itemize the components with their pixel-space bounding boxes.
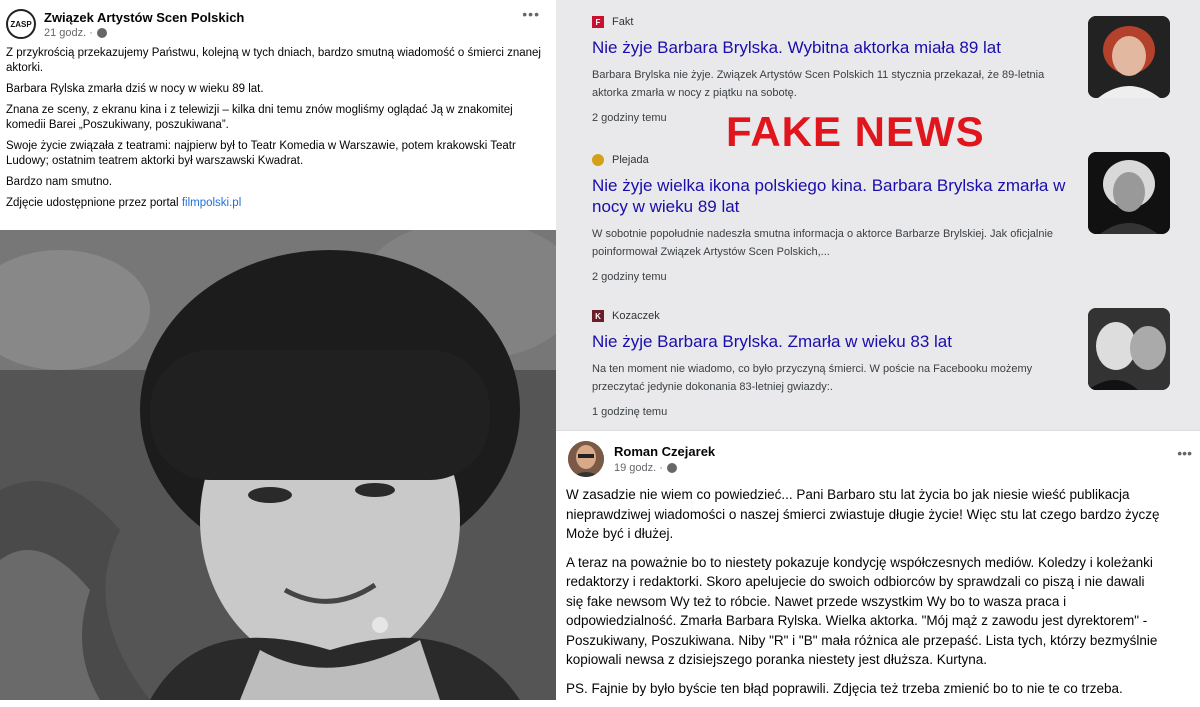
more-options-icon[interactable]: ••• (1177, 445, 1192, 461)
post-paragraph: PS. Fajnie by było byście ten błąd popra… (566, 679, 1198, 699)
filmpolski-link[interactable]: filmpolski.pl (182, 197, 241, 209)
globe-icon (96, 27, 107, 38)
avatar[interactable] (568, 441, 604, 477)
right-facebook-post: Roman Czejarek 19 godz. · ••• W zasadzie… (556, 430, 1200, 700)
plejada-logo-icon (592, 154, 604, 166)
fakt-logo-icon: F (592, 16, 604, 28)
source-name: Kozaczek (612, 310, 660, 322)
post-paragraph: Znana ze sceny, z ekranu kina i z telewi… (6, 104, 513, 131)
news-thumbnail[interactable] (1088, 308, 1170, 390)
photo-credit-text: Zdjęcie udostępnione przez portal (6, 197, 182, 209)
post-paragraph: Z przykrością przekazujemy Państwu, kole… (6, 47, 541, 74)
post-paragraph: Barbara Rylska zmarła dziś w nocy w wiek… (6, 83, 264, 95)
post-line: Poszukiwany, Poszukiwana. Niby "R" i "B"… (566, 632, 1158, 648)
news-source: F Fakt (592, 16, 1072, 28)
post-paragraph: W zasadzie nie wiem co powiedzieć... Pan… (566, 485, 1198, 544)
post-author[interactable]: Związek Artystów Scen Polskich (44, 10, 518, 25)
post-line: odpowiedzialność. Zmarła Barbara Rylska.… (566, 613, 1148, 628)
news-headline[interactable]: Nie żyje Barbara Brylska. Wybitna aktork… (592, 37, 1072, 58)
source-name: Plejada (612, 154, 649, 166)
news-thumbnail[interactable] (1088, 152, 1170, 234)
fake-news-overlay: FAKE NEWS (726, 108, 985, 155)
post-paragraph: Swoje życie związała z teatrami: najpier… (6, 140, 516, 167)
news-time: 1 godzinę temu (592, 406, 668, 418)
post-line: W zasadzie nie wiem co powiedzieć... Pan… (566, 487, 1130, 502)
post-time[interactable]: 21 godz. · (44, 27, 93, 39)
news-snippet: Barbara Brylska nie żyje. Związek Artyst… (592, 69, 1045, 99)
post-paragraph: Zdjęcie udostępnione przez portal filmpo… (6, 196, 544, 211)
post-time[interactable]: 19 godz. · (614, 462, 663, 474)
post-line: nieprawdziwej wiadomości o naszej śmierc… (566, 506, 1160, 522)
post-paragraph: Bardzo nam smutno. (6, 176, 113, 188)
post-header: Roman Czejarek 19 godz. · (568, 441, 715, 477)
source-name: Fakt (612, 16, 634, 28)
news-headline[interactable]: Nie żyje Barbara Brylska. Zmarła w wieku… (592, 331, 1072, 352)
news-search-results: F Fakt Nie żyje Barbara Brylska. Wybitna… (556, 0, 1200, 430)
post-meta: 19 godz. · (614, 462, 715, 474)
news-item[interactable]: Plejada Nie żyje wielka ikona polskiego … (592, 154, 1072, 283)
post-body: Z przykrością przekazujemy Państwu, kole… (6, 46, 544, 211)
news-headline[interactable]: Nie żyje wielka ikona polskiego kina. Ba… (592, 175, 1072, 217)
news-snippet: W sobotnie popołudnie nadeszła smutna in… (592, 228, 1054, 258)
post-paragraph: A teraz na poważnie bo to niestety pokaz… (566, 553, 1198, 670)
actress-photo[interactable] (0, 230, 556, 700)
news-time: 2 godziny temu (592, 271, 667, 283)
news-snippet: Na ten moment nie wiadomo, co było przyc… (592, 363, 1033, 393)
post-line: PS. Fajnie by było byście ten błąd popra… (566, 680, 1123, 696)
news-thumbnail[interactable] (1088, 16, 1170, 98)
kozaczek-logo-icon: K (592, 310, 604, 322)
post-line: A teraz na poważnie bo to niestety pokaz… (566, 554, 1153, 570)
post-meta: 21 godz. · (44, 27, 518, 39)
post-line: kopiowali newsa z dzisiejszego poranka n… (566, 652, 987, 667)
more-options-icon[interactable]: ••• (518, 6, 544, 22)
post-line: się fake newsom Wy też to róbcie. Nawet … (566, 593, 1067, 609)
post-author[interactable]: Roman Czejarek (614, 444, 715, 459)
post-body: W zasadzie nie wiem co powiedzieć... Pan… (566, 485, 1198, 707)
org-avatar[interactable]: ZASP (6, 9, 36, 39)
news-source: K Kozaczek (592, 310, 1072, 322)
post-line: Może być i dłużej. (566, 526, 674, 541)
post-header: ZASP Związek Artystów Scen Polskich 21 g… (6, 6, 544, 42)
left-facebook-post: ZASP Związek Artystów Scen Polskich 21 g… (0, 0, 556, 230)
globe-icon (666, 463, 677, 473)
post-line: redaktorzy i redaktorki. Skoro apelujeci… (566, 574, 1145, 589)
news-item[interactable]: K Kozaczek Nie żyje Barbara Brylska. Zma… (592, 310, 1072, 418)
